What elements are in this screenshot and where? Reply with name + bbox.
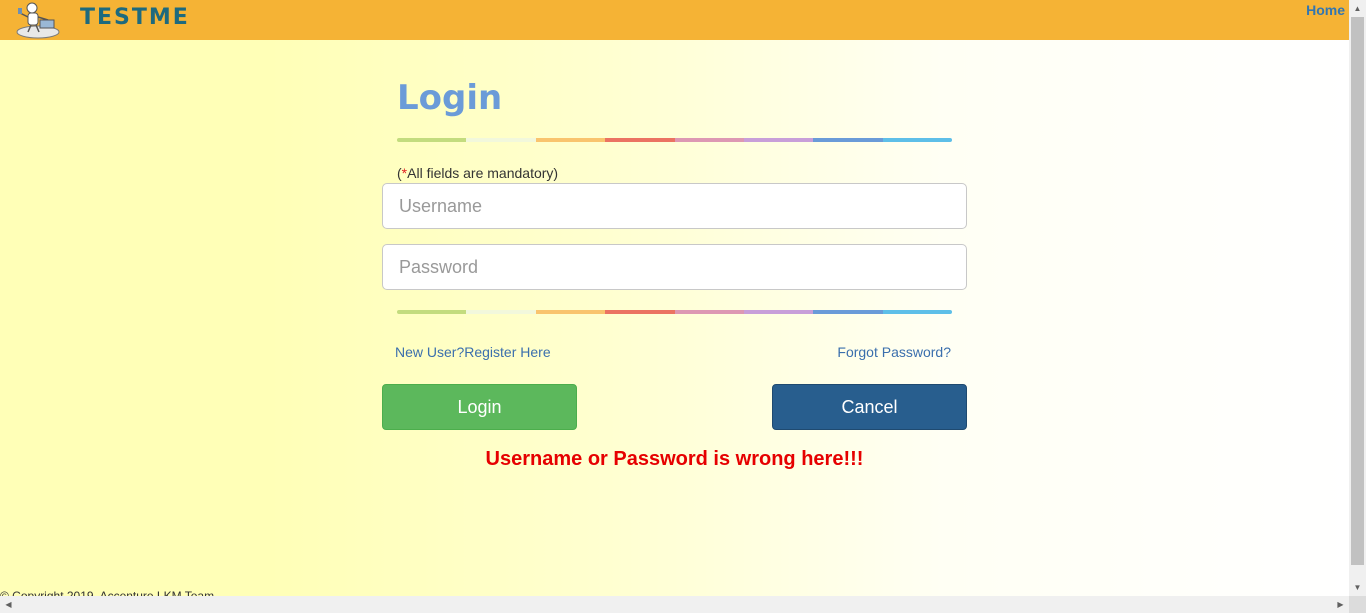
mandatory-text: All fields are mandatory) [407,165,559,181]
rainbow-segment [397,138,467,142]
rainbow-divider-top [397,138,952,142]
scroll-up-icon[interactable]: ▲ [1349,0,1366,17]
rainbow-divider-bottom [397,310,952,314]
testme-logo-text: TESTME [80,5,190,30]
login-error-message: Username or Password is wrong here!!! [485,448,864,470]
cancel-button[interactable]: Cancel [772,384,967,430]
rainbow-segment [535,138,606,142]
login-button[interactable]: Login [382,384,577,430]
rainbow-segment [466,310,536,314]
rainbow-segment [466,138,536,142]
rainbow-segment [743,138,814,142]
mascot-logo-icon [16,2,60,39]
rainbow-segment [605,138,675,142]
password-input[interactable] [382,244,967,290]
vertical-scroll-thumb[interactable] [1351,17,1364,565]
scroll-left-icon[interactable]: ◀ [0,596,17,613]
scroll-down-icon[interactable]: ▼ [1349,579,1366,596]
scrollbar-corner [1349,596,1366,613]
login-title: Login [397,78,503,118]
top-header-bar: TESTME Home [0,0,1349,40]
username-input[interactable] [382,183,967,229]
vertical-scrollbar[interactable]: ▲ ▼ [1349,0,1366,596]
rainbow-segment [813,310,883,314]
home-link[interactable]: Home [1306,2,1345,18]
rainbow-segment [674,138,744,142]
rainbow-segment [813,138,883,142]
rainbow-segment [743,310,814,314]
scroll-right-icon[interactable]: ▶ [1332,596,1349,613]
register-link[interactable]: New User?Register Here [395,344,551,360]
rainbow-segment [882,310,952,314]
rainbow-segment [674,310,744,314]
rainbow-segment [605,310,675,314]
horizontal-scrollbar[interactable]: ◀ ▶ [0,596,1349,613]
rainbow-segment [882,138,952,142]
mandatory-fields-note: (*All fields are mandatory) [397,165,558,181]
page-viewport: TESTME Home Login (*All fields are manda… [0,0,1349,596]
rainbow-segment [397,310,467,314]
forgot-password-link[interactable]: Forgot Password? [837,344,951,360]
rainbow-segment [535,310,606,314]
